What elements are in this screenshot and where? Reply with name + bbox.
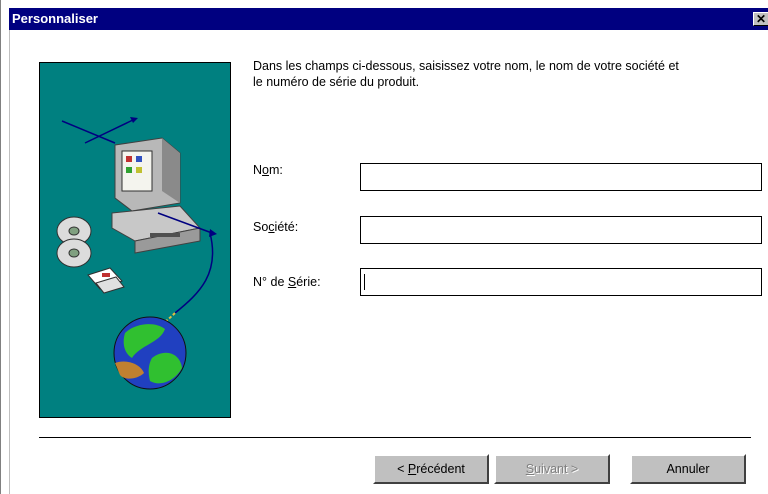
back-button[interactable]: < Précédent [373,454,489,484]
company-field[interactable] [360,216,762,244]
name-label-mnemonic: o [262,163,269,177]
company-label-post: iété: [274,220,299,234]
setup-dialog: Personnaliser ✕ Dans les champs ci-desso… [0,0,768,494]
text-caret [364,274,365,290]
next-button-mnemonic: S [525,462,535,476]
company-label: Société: [253,220,298,234]
instructions-line-2: le numéro de série du produit. [253,75,420,89]
setup-illustration [39,62,231,418]
cd-icon [56,216,92,268]
name-label-pre: N [253,163,263,177]
serial-number-field[interactable] [360,268,762,296]
dialog-body: Dans les champs ci-dessous, saisissez vo… [9,30,768,494]
back-button-mnemonic: P [407,462,417,476]
floppy-disk-icon [87,267,125,294]
name-field[interactable] [360,163,762,191]
back-button-pre: < [397,462,408,476]
next-button-post: uivant > [534,462,579,476]
close-icon: ✕ [755,12,767,26]
name-label: Nom: [253,163,283,177]
title-bar[interactable]: Personnaliser ✕ [9,8,768,30]
globe-icon [113,316,187,390]
close-button[interactable]: ✕ [753,12,768,26]
window-title: Personnaliser [12,11,98,26]
company-label-pre: So [253,220,269,234]
name-label-post: m: [268,163,283,177]
cancel-button[interactable]: Annuler [630,454,746,484]
illustration-art [56,117,217,390]
instructions-text: Dans les champs ci-dessous, saisissez vo… [253,58,763,90]
serial-label-pre: N° de [253,275,288,289]
serial-label-mnemonic: S [287,275,297,289]
computer-icon [111,137,217,254]
next-button[interactable]: Suivant > [494,454,610,484]
back-button-post: récédent [416,462,465,476]
serial-label: N° de Série: [253,275,321,289]
serial-label-post: érie: [296,275,321,289]
separator [39,437,751,440]
instructions-line-1: Dans les champs ci-dessous, saisissez vo… [253,59,679,73]
